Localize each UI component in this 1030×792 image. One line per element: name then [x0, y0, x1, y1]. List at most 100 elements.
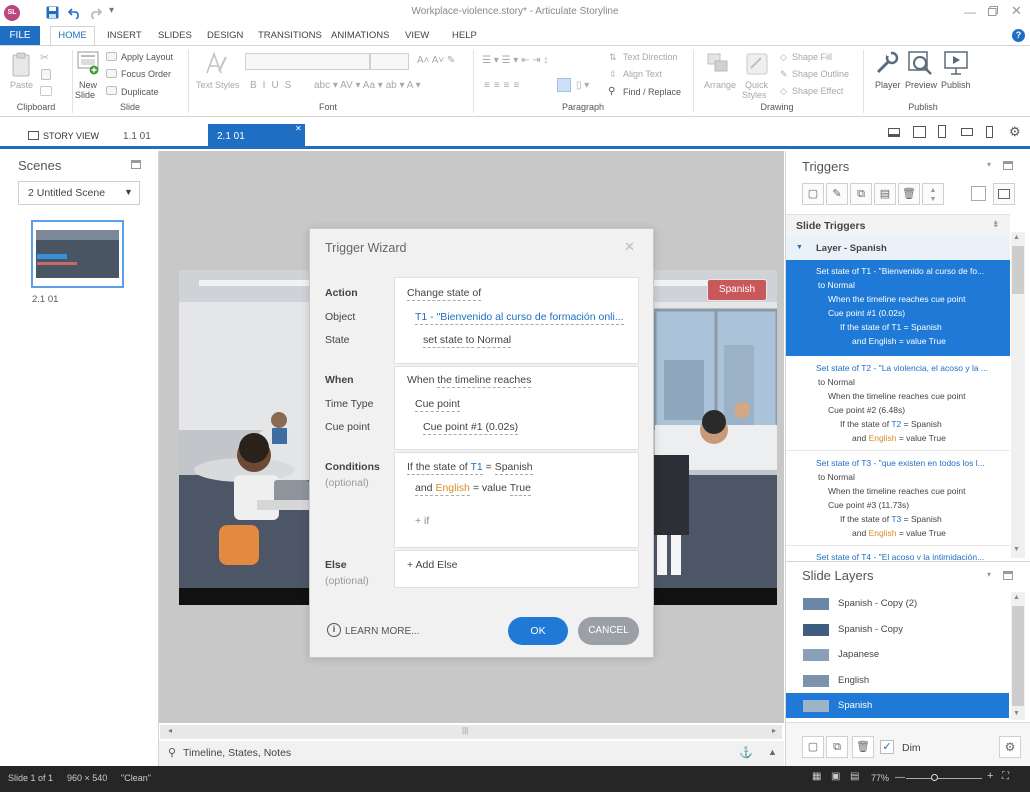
tab-slide-1-1[interactable]: 1.1 01: [123, 131, 151, 142]
time-type-value[interactable]: Cue point: [415, 398, 460, 412]
minimize-icon[interactable]: —: [964, 5, 976, 19]
triggers-float-icon[interactable]: [1003, 161, 1013, 170]
delete-layer-icon[interactable]: 🗑: [852, 736, 874, 758]
phone-portrait-icon[interactable]: [986, 126, 993, 138]
text-direction-label[interactable]: Text Direction: [623, 52, 678, 62]
copy-trigger-icon[interactable]: ⧉: [850, 183, 872, 205]
layers-scroll-thumb[interactable]: [1012, 606, 1024, 706]
layers-float-icon[interactable]: [1003, 571, 1013, 580]
layer-item[interactable]: Japanese: [786, 642, 1009, 667]
layer-settings-icon[interactable]: ⚙: [999, 736, 1021, 758]
condition-1-prefix[interactable]: If the state of: [407, 461, 468, 475]
layers-menu-icon[interactable]: ▾: [987, 570, 991, 579]
preview-icon[interactable]: [907, 50, 933, 76]
fit-icon[interactable]: ⚓: [739, 746, 753, 759]
zoom-out-icon[interactable]: —: [895, 772, 905, 783]
copy-icon[interactable]: [41, 69, 51, 80]
close-tab-icon[interactable]: ✕: [295, 124, 302, 133]
gear-icon[interactable]: ⚙: [1009, 124, 1021, 140]
paste-trigger-icon[interactable]: ▤: [874, 183, 896, 205]
cue-point-value[interactable]: Cue point #1 (0.02s): [423, 421, 519, 435]
layer-item[interactable]: Spanish - Copy: [786, 617, 1009, 642]
menu-animations[interactable]: ANIMATIONS: [331, 30, 389, 41]
menu-transitions[interactable]: TRANSITIONS: [258, 30, 322, 41]
shape-outline-label[interactable]: Shape Outline: [792, 69, 849, 79]
shape-effect-label[interactable]: Shape Effect: [792, 86, 843, 96]
ok-button[interactable]: OK: [508, 617, 568, 645]
fit-to-window-icon[interactable]: ⛶: [1002, 771, 1009, 782]
collapse-all-icon[interactable]: ⇟: [992, 219, 1000, 230]
triggers-scroll-thumb[interactable]: [1012, 246, 1024, 294]
delete-trigger-icon[interactable]: 🗑: [898, 183, 920, 205]
close-dialog-icon[interactable]: ✕: [624, 239, 635, 255]
quick-styles-icon[interactable]: [745, 52, 769, 76]
zoom-in-icon[interactable]: +: [987, 770, 993, 782]
focus-order-label[interactable]: Focus Order: [121, 69, 171, 79]
scroll-right-icon[interactable]: ▸: [772, 726, 776, 735]
apply-layout-icon[interactable]: [106, 52, 117, 61]
apply-layout-label[interactable]: Apply Layout: [121, 52, 173, 62]
condition-1-object[interactable]: T1: [470, 461, 483, 475]
player-icon[interactable]: [874, 50, 900, 76]
phone-landscape-icon[interactable]: [961, 128, 973, 136]
text-styles-icon[interactable]: [203, 51, 229, 77]
action-value[interactable]: Change state of: [407, 287, 482, 301]
slide-thumbnail[interactable]: [31, 220, 124, 288]
object-value[interactable]: T1 - "Bienvenido al curso de formación o…: [415, 311, 624, 325]
find-replace-label[interactable]: Find / Replace: [623, 87, 681, 97]
align-justify-icon[interactable]: [557, 78, 571, 92]
slide-sorter-icon[interactable]: ▣: [831, 771, 840, 782]
dim-checkbox[interactable]: ✓: [880, 740, 894, 754]
menu-file[interactable]: FILE: [0, 26, 40, 45]
layer-item[interactable]: Spanish - Copy (2): [786, 591, 1009, 616]
trigger-item[interactable]: Set state of T4 - "El acoso y la intimid…: [786, 546, 1010, 560]
condition-2-variable[interactable]: English: [435, 482, 470, 496]
shape-fill-label[interactable]: Shape Fill: [792, 52, 832, 62]
font-size-select[interactable]: [370, 53, 409, 70]
zoom-slider[interactable]: [906, 778, 982, 779]
learn-more-link[interactable]: LEARN MORE...: [345, 626, 419, 637]
arrange-icon[interactable]: [706, 52, 732, 76]
trigger-item[interactable]: Set state of T2 - "La violencia, el acos…: [786, 356, 1010, 451]
close-window-icon[interactable]: ✕: [1011, 3, 1022, 19]
triggers-menu-icon[interactable]: ▾: [987, 160, 991, 169]
menu-view[interactable]: VIEW: [405, 30, 429, 41]
trigger-item[interactable]: Set state of T1 - "Bienvenido al curso d…: [786, 260, 1010, 356]
desktop-view-icon[interactable]: [888, 128, 900, 137]
font-family-select[interactable]: [245, 53, 370, 70]
format-painter-icon[interactable]: [40, 86, 52, 96]
new-slide-icon[interactable]: [77, 51, 99, 75]
show-variables-icon[interactable]: [971, 186, 986, 201]
duplicate-label[interactable]: Duplicate: [121, 87, 159, 97]
panel-float-icon[interactable]: [131, 160, 141, 169]
expand-timeline-icon[interactable]: ▲: [768, 747, 777, 757]
add-else-button[interactable]: + Add Else: [407, 559, 458, 571]
restore-icon[interactable]: [988, 6, 998, 16]
layer-item[interactable]: English: [786, 668, 1009, 693]
condition-2-and[interactable]: and: [415, 482, 433, 496]
move-trigger-icon[interactable]: ▲ ▼: [922, 183, 944, 205]
align-text-label[interactable]: Align Text: [623, 69, 662, 79]
duplicate-icon[interactable]: [106, 86, 117, 95]
trigger-item[interactable]: Set state of T3 - "que existen en todos …: [786, 451, 1010, 546]
when-value[interactable]: the timeline reaches: [437, 374, 532, 388]
manage-variables-icon[interactable]: [993, 183, 1015, 205]
timeline-label[interactable]: Timeline, States, Notes: [183, 747, 291, 759]
scroll-left-icon[interactable]: ◂: [168, 726, 172, 735]
cancel-button[interactable]: CANCEL: [578, 617, 639, 645]
condition-2-value[interactable]: True: [509, 482, 531, 496]
paste-icon[interactable]: [11, 52, 33, 78]
focus-order-icon[interactable]: [106, 69, 117, 78]
spanish-button[interactable]: Spanish: [707, 279, 767, 301]
state-value[interactable]: Normal: [477, 334, 512, 348]
new-trigger-icon[interactable]: ▢: [802, 183, 824, 205]
edit-trigger-icon[interactable]: ✎: [826, 183, 848, 205]
menu-help[interactable]: HELP: [452, 30, 477, 41]
new-layer-icon[interactable]: ▢: [802, 736, 824, 758]
publish-icon[interactable]: [943, 50, 969, 76]
menu-insert[interactable]: INSERT: [107, 30, 142, 41]
horizontal-scrollbar[interactable]: [160, 725, 782, 739]
normal-view-icon[interactable]: ▦: [812, 771, 821, 782]
cut-icon[interactable]: ✂: [40, 51, 49, 64]
tablet-landscape-icon[interactable]: [913, 126, 926, 138]
